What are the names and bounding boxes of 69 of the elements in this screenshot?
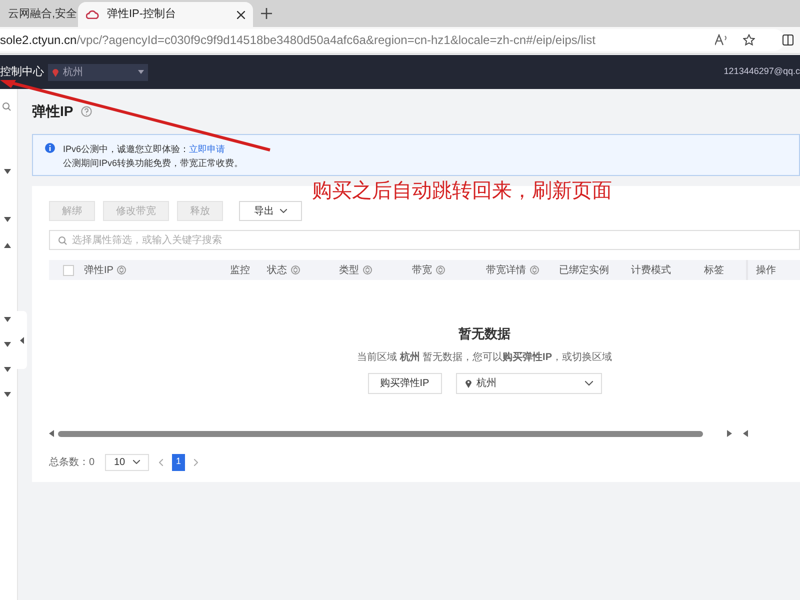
cloud-icon [86,10,99,19]
location-icon [52,68,59,76]
column-header: 类型 [339,264,359,278]
chevron-down-icon [280,209,287,213]
sort-icon[interactable] [291,265,300,275]
total-count: 总条数：0 [49,456,96,470]
column-header: 监控 [230,264,250,278]
export-dropdown[interactable]: 导出 [239,201,302,221]
column-header: 弹性IP [84,264,114,278]
scroll-right-icon[interactable] [727,430,732,437]
page-title: 弹性IP [32,102,74,121]
page-size-select[interactable]: 10 [105,454,149,470]
search-icon[interactable] [2,102,11,111]
sort-icon[interactable] [530,265,539,275]
column-header: 已绑定实例 [559,264,609,278]
region-select[interactable]: 杭州 [48,64,148,80]
annotation-text: 购买之后自动跳转回来，刷新页面 [312,179,612,204]
column-header: 标签 [704,264,724,278]
account-name[interactable]: 1213446297@qq.c [724,65,800,79]
empty-title: 暂无数据 [458,325,510,343]
column-header: 状态 [267,264,287,278]
scroll-left-icon[interactable] [743,430,748,437]
empty-message: 当前区域 杭州 暂无数据，您可以购买弹性IP，或切换区域 [356,350,612,364]
caret-up-icon[interactable] [4,243,11,248]
caret-down-icon[interactable] [4,342,11,347]
browser-tab[interactable]: 云网融合,安全 [0,2,78,27]
close-icon[interactable] [237,10,245,18]
tab-title: 云网融合,安全 [8,6,78,22]
caret-down-icon[interactable] [4,392,11,397]
chevron-down-icon [584,380,592,386]
read-aloud-icon[interactable] [715,34,728,46]
sort-icon[interactable] [436,265,445,275]
buy-eip-button[interactable]: 购买弹性IP [368,372,442,394]
location-icon [464,378,472,388]
column-header: 计费模式 [631,264,671,278]
url-host: sole2.ctyun.cn [0,32,77,49]
column-header: 带宽 [412,264,432,278]
address-field[interactable]: sole2.ctyun.cn/vpc/?agencyId=c030f9c9f9d14518be3480d50a4afc6a&region=cn-hz1&locale=zh-cn#/eip/eips/list [0,29,785,51]
collapse-handle[interactable] [17,311,27,369]
new-tab-icon[interactable] [261,8,272,19]
column-header: 操作 [756,264,776,278]
sort-icon[interactable] [117,265,126,275]
page-button[interactable]: 1 [172,454,185,470]
star-icon[interactable] [743,34,755,46]
select-all-checkbox[interactable] [63,264,74,276]
scroll-left-icon[interactable] [49,430,54,437]
url-path: /vpc/?agencyId=c030f9c9f9d14518be3480d50a4afc6a&region=cn-hz1&locale=zh-cn#/eip/eips/list [76,32,596,49]
region-select[interactable]: 杭州 [456,372,602,394]
console-title[interactable]: 控制中心 [0,64,47,80]
info-icon [45,143,55,153]
help-icon[interactable] [81,106,92,117]
search-icon [58,236,67,244]
chevron-down-icon [133,460,140,464]
search-input[interactable]: 选择属性筛选，或输入关键字搜索 [72,232,799,248]
caret-down-icon[interactable] [4,217,11,222]
split-screen-icon[interactable] [782,34,794,46]
tab-title: 弹性IP-控制台 [107,7,178,22]
caret-down-icon[interactable] [4,169,11,174]
notice-text: IPv6公测中，诚邀您立即体验： [63,143,190,156]
horizontal-scrollbar[interactable] [58,430,703,436]
caret-down-icon[interactable] [4,367,11,372]
caret-down-icon [138,70,144,74]
apply-link[interactable]: 立即申请 [189,142,226,156]
column-header: 带宽详情 [486,264,526,278]
sort-icon[interactable] [363,265,372,275]
search-field[interactable]: 选择属性筛选，或输入关键字搜索 [49,230,800,250]
browser-tab[interactable]: 弹性IP-控制台 [78,2,253,27]
notice-text: 公测期间IPv6转换功能免费，带宽正常收费。 [63,157,244,170]
caret-down-icon[interactable] [4,317,11,322]
